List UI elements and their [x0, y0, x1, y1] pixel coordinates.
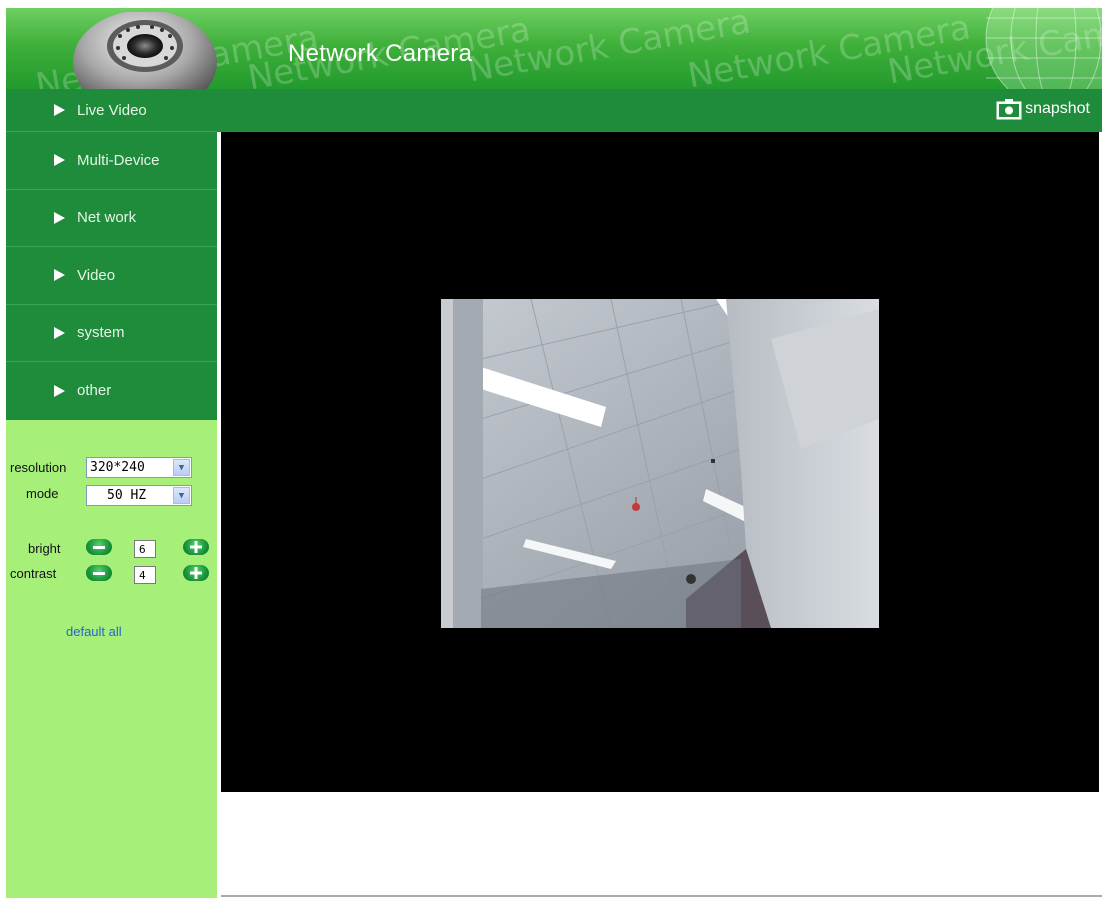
sidebar: Live Video Multi-Device Net work Video s…	[6, 89, 217, 898]
triangle-right-icon	[54, 104, 65, 116]
contrast-value-field[interactable]: 4	[134, 566, 156, 584]
triangle-right-icon	[54, 154, 65, 167]
sidebar-item-label: Net work	[77, 209, 137, 227]
live-video-area	[221, 132, 1099, 792]
dome-camera-logo	[73, 12, 217, 89]
resolution-label: resolution	[10, 460, 67, 475]
app-title: Network Camera	[288, 40, 473, 67]
triangle-right-icon	[54, 211, 65, 224]
resolution-select[interactable]: 320*240 ▼	[86, 457, 192, 478]
chevron-down-icon: ▼	[173, 487, 190, 504]
chevron-down-icon: ▼	[173, 459, 190, 476]
sidebar-nav: Live Video Multi-Device Net work Video s…	[6, 89, 217, 420]
sidebar-item-live-video[interactable]: Live Video	[6, 89, 217, 132]
app-header: Network Camera Network Camera Network Ca…	[6, 8, 1102, 89]
contrast-label: contrast	[10, 566, 57, 581]
triangle-right-icon	[54, 269, 65, 282]
camera-video-frame	[441, 299, 879, 628]
contrast-value: 4	[139, 568, 146, 582]
sidebar-item-label: other	[77, 382, 112, 400]
sidebar-item-system[interactable]: system	[6, 305, 217, 362]
snapshot-button[interactable]: snapshot	[996, 98, 1090, 120]
sidebar-item-other[interactable]: other	[6, 362, 217, 420]
sidebar-item-label: Video	[77, 266, 116, 284]
contrast-decrease-button[interactable]	[86, 565, 112, 581]
sidebar-item-label: Multi-Device	[77, 151, 160, 169]
video-toolbar: snapshot	[217, 89, 1102, 132]
plus-icon	[190, 567, 202, 579]
mode-value: 50 HZ	[107, 488, 147, 503]
minus-icon	[93, 571, 105, 575]
sidebar-item-network[interactable]: Net work	[6, 190, 217, 247]
bright-value-field[interactable]: 6	[134, 540, 156, 558]
sidebar-item-label: Live Video	[77, 101, 147, 119]
mode-label: mode	[26, 486, 59, 501]
triangle-right-icon	[54, 326, 65, 339]
content-bottom-border	[221, 895, 1102, 897]
snapshot-label: snapshot	[1025, 100, 1090, 117]
triangle-right-icon	[54, 384, 65, 397]
bright-value: 6	[139, 542, 146, 556]
sidebar-item-multi-device[interactable]: Multi-Device	[6, 132, 217, 190]
camera-icon	[996, 99, 1022, 120]
sidebar-item-video[interactable]: Video	[6, 247, 217, 305]
sidebar-item-label: system	[77, 324, 125, 342]
bright-label: bright	[28, 541, 61, 556]
globe-decoration	[985, 8, 1102, 89]
plus-icon	[190, 541, 202, 553]
resolution-value: 320*240	[90, 460, 145, 475]
mode-select[interactable]: 50 HZ ▼	[86, 485, 192, 506]
contrast-increase-button[interactable]	[183, 565, 209, 581]
default-all-link[interactable]: default all	[66, 624, 122, 639]
bright-decrease-button[interactable]	[86, 539, 112, 555]
bright-increase-button[interactable]	[183, 539, 209, 555]
minus-icon	[93, 545, 105, 549]
